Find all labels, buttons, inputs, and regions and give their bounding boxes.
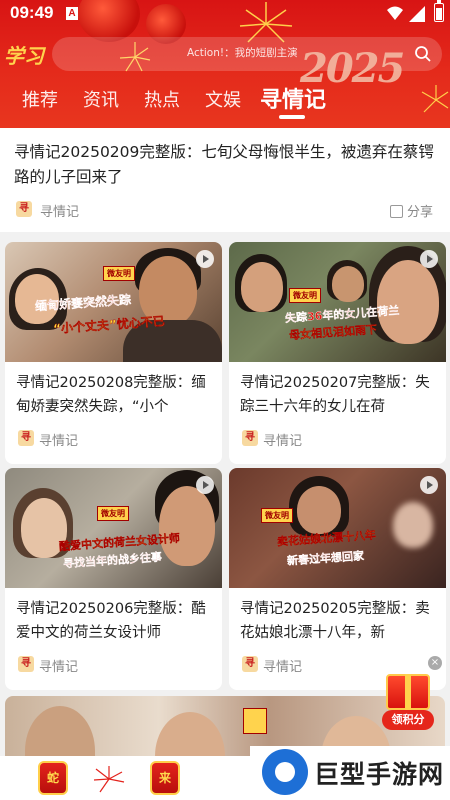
source-name: 寻情记 — [263, 660, 303, 675]
source-icon: 寻 — [18, 430, 34, 446]
status-bar: 09:49 A — [0, 0, 450, 28]
wifi-icon — [387, 6, 403, 20]
program-stamp: 微友明 — [97, 506, 129, 521]
watermark-logo-icon — [262, 749, 308, 795]
top-article-card[interactable]: 寻情记20250209完整版：七旬父母悔恨半生，被遗弃在蔡锷路的儿子回来了 寻 … — [0, 128, 450, 232]
video-card[interactable]: 微友明 缅甸娇妻突然失踪 “小个丈夫”忧心不已 寻情记20250208完整版：缅… — [5, 242, 222, 464]
tab-hot[interactable]: 热点 — [144, 86, 180, 112]
card-title: 寻情记20250208完整版：缅甸娇妻突然失踪，“小个 — [16, 375, 206, 415]
video-thumbnail: 微友明 失踪36年的女儿在荷兰 母女相见泪如雨下 — [229, 242, 446, 362]
video-card[interactable]: 微友明 卖花姑娘北漂十八年 新春过年想回家 寻情记20250205完整版：卖花姑… — [229, 468, 446, 690]
claim-points-widget[interactable]: 领积分 — [378, 664, 438, 734]
source-icon: 寻 — [18, 656, 34, 672]
share-button[interactable]: 分享 — [390, 201, 433, 220]
play-icon — [196, 250, 214, 268]
app-logo: 学习 — [4, 44, 44, 68]
share-icon — [390, 205, 403, 218]
signal-icon — [409, 6, 425, 22]
program-stamp: 微友明 — [261, 508, 293, 523]
app-header: 09:49 A 学习 Action!：我的短剧主演 2025 推荐 资讯 热点 … — [0, 0, 450, 128]
search-placeholder: Action!：我的短剧主演 — [187, 47, 298, 59]
video-thumbnail: 微友明 卖花姑娘北漂十八年 新春过年想回家 — [229, 468, 446, 588]
notification-icon: A — [66, 7, 78, 20]
source-name: 寻情记 — [39, 434, 79, 449]
program-stamp — [243, 708, 267, 734]
site-watermark: 巨型手游网 — [250, 746, 450, 800]
tab-xunqingji[interactable]: 寻情记 — [260, 82, 326, 114]
source-name: 寻情记 — [40, 205, 80, 220]
person-figure — [159, 486, 215, 566]
firework-decoration — [93, 766, 125, 793]
play-icon — [420, 250, 438, 268]
watermark-text: 巨型手游网 — [314, 760, 445, 789]
source-icon: 寻 — [242, 656, 258, 672]
source-name: 寻情记 — [263, 434, 303, 449]
program-stamp: 微友明 — [289, 288, 321, 303]
snake-festival-icon[interactable]: 蛇 — [38, 761, 68, 795]
source-name: 寻情记 — [39, 660, 79, 675]
card-title: 寻情记20250207完整版：失踪三十六年的女儿在荷 — [240, 375, 430, 415]
card-title: 寻情记20250205完整版：卖花姑娘北漂十八年，新 — [240, 601, 430, 641]
video-card[interactable]: 微友明 失踪36年的女儿在荷兰 母女相见泪如雨下 寻情记20250207完整版：… — [229, 242, 446, 464]
source-icon: 寻 — [16, 201, 32, 217]
tab-news[interactable]: 资讯 — [83, 86, 119, 112]
category-tabs: 推荐 资讯 热点 文娱 寻情记 — [0, 82, 450, 119]
play-icon — [196, 476, 214, 494]
thumbnail-caption: 卖花姑娘北漂十八年 — [276, 528, 377, 549]
status-time: 09:49 — [10, 3, 54, 22]
play-icon — [420, 476, 438, 494]
video-thumbnail: 微友明 缅甸娇妻突然失踪 “小个丈夫”忧心不已 — [5, 242, 222, 362]
active-tab-indicator — [279, 115, 305, 119]
thumbnail-caption: 新春过年想回家 — [286, 549, 365, 568]
person-figure — [332, 266, 364, 302]
share-label: 分享 — [407, 205, 434, 220]
gift-icon — [386, 674, 430, 710]
person-figure — [297, 486, 341, 534]
come-festival-icon[interactable]: 来 — [150, 761, 180, 795]
source-icon: 寻 — [242, 430, 258, 446]
video-card[interactable]: 微友明 酷爱中文的荷兰女设计师 寻找当年的战乡往事 寻情记20250206完整版… — [5, 468, 222, 690]
claim-points-label: 领积分 — [382, 710, 434, 730]
program-stamp: 微友明 — [103, 266, 135, 281]
article-title: 寻情记20250209完整版：七旬父母悔恨半生，被遗弃在蔡锷路的儿子回来了 — [14, 143, 434, 186]
battery-icon — [434, 0, 444, 22]
search-icon[interactable] — [414, 45, 432, 63]
close-icon[interactable]: × — [428, 656, 442, 670]
person-figure — [241, 262, 283, 312]
tab-entertainment[interactable]: 文娱 — [205, 86, 241, 112]
tab-recommend[interactable]: 推荐 — [22, 86, 58, 112]
video-thumbnail: 微友明 酷爱中文的荷兰女设计师 寻找当年的战乡往事 — [5, 468, 222, 588]
person-figure — [393, 502, 433, 548]
card-title: 寻情记20250206完整版：酷爱中文的荷兰女设计师 — [16, 601, 206, 641]
bottom-nav: 蛇 来 — [0, 756, 250, 800]
